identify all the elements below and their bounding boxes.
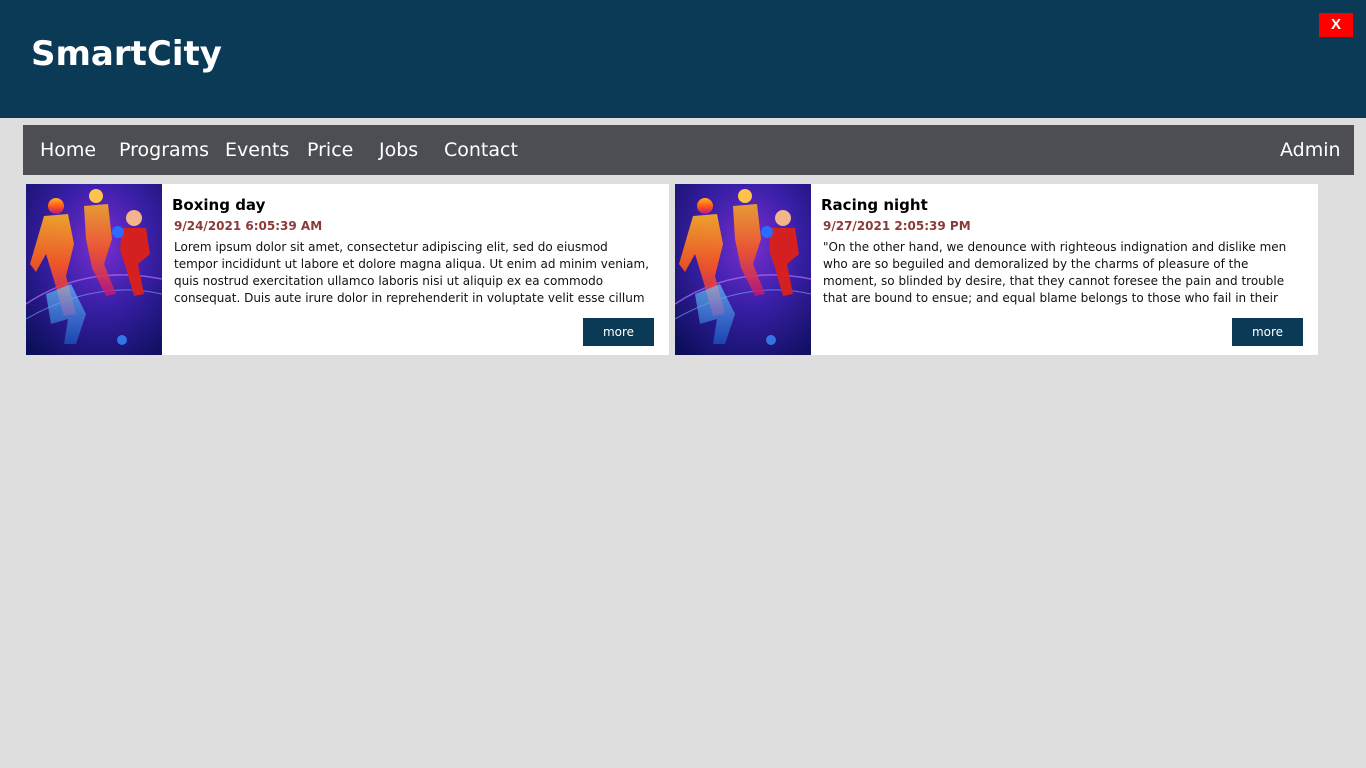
main-nav: Home Programs Events Price Jobs Contact … <box>23 125 1354 175</box>
event-title: Racing night <box>821 196 928 214</box>
app-title: SmartCity <box>31 34 222 74</box>
nav-item-admin[interactable]: Admin <box>1280 138 1341 162</box>
nav-item-home[interactable]: Home <box>40 138 96 162</box>
app-header: SmartCity X <box>0 0 1366 118</box>
event-card: Racing night 9/27/2021 2:05:39 PM "On th… <box>675 184 1318 355</box>
event-card: Boxing day 9/24/2021 6:05:39 AM Lorem ip… <box>26 184 669 355</box>
event-description: Lorem ipsum dolor sit amet, consectetur … <box>174 240 650 305</box>
event-image <box>26 184 162 355</box>
nav-item-jobs[interactable]: Jobs <box>379 138 418 162</box>
nav-item-programs[interactable]: Programs <box>119 138 209 162</box>
more-button[interactable]: more <box>1232 318 1303 346</box>
event-image <box>675 184 811 355</box>
more-button[interactable]: more <box>583 318 654 346</box>
nav-item-events[interactable]: Events <box>225 138 289 162</box>
close-button[interactable]: X <box>1319 13 1353 37</box>
event-title: Boxing day <box>172 196 266 214</box>
event-date: 9/27/2021 2:05:39 PM <box>823 219 971 233</box>
event-date: 9/24/2021 6:05:39 AM <box>174 219 323 233</box>
nav-item-contact[interactable]: Contact <box>444 138 518 162</box>
nav-item-price[interactable]: Price <box>307 138 353 162</box>
event-description: "On the other hand, we denounce with rig… <box>823 240 1287 305</box>
